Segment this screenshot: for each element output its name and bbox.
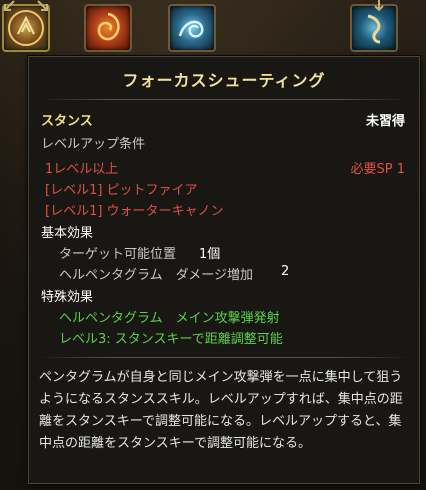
divider [39, 357, 409, 358]
pentagram-damage-label: ヘルペンタグラム ダメージ増加 [59, 268, 253, 283]
required-level: 1レベル以上 [45, 162, 119, 177]
special-effect-label: 特殊効果 [41, 290, 94, 305]
pentagram-damage-value: 2 [281, 264, 290, 279]
skill-title: フォーカスシューティング [122, 71, 326, 90]
fire-vortex-skill-icon[interactable] [84, 4, 132, 52]
stance-label: スタンス [41, 114, 93, 129]
basic-effect-label: 基本効果 [41, 226, 94, 241]
required-sp: 必要SP 1 [350, 162, 406, 177]
skill-tooltip: フォーカスシューティング スタンス 未習得 レベルアップ条件 1レベル以上 必要… [28, 56, 420, 484]
required-skill-1: [レベル1] ピットファイア [45, 183, 198, 198]
water-dragon-skill-icon[interactable] [168, 4, 216, 52]
target-count-value: 1個 [199, 247, 221, 262]
target-count-label: ターゲット可能位置 [59, 247, 177, 262]
learn-status: 未習得 [365, 114, 405, 129]
skill-description: ペンタグラムが自身と同じメイン攻撃弾を一点に集中して狙うようになるスタンススキル… [39, 370, 403, 451]
required-skill-2: [レベル1] ウォーターキャノン [45, 204, 224, 219]
arrow-down-left-icon [4, 0, 15, 11]
divider [39, 99, 409, 100]
arrow-down-right-icon [37, 0, 48, 11]
levelup-condition-label: レベルアップ条件 [41, 137, 146, 152]
arrow-down-icon [374, 0, 384, 12]
special-effect-1: ヘルペンタグラム メイン攻撃弾発射 [59, 311, 280, 326]
special-effect-2: レベル3: スタンスキーで距離調整可能 [59, 332, 283, 347]
